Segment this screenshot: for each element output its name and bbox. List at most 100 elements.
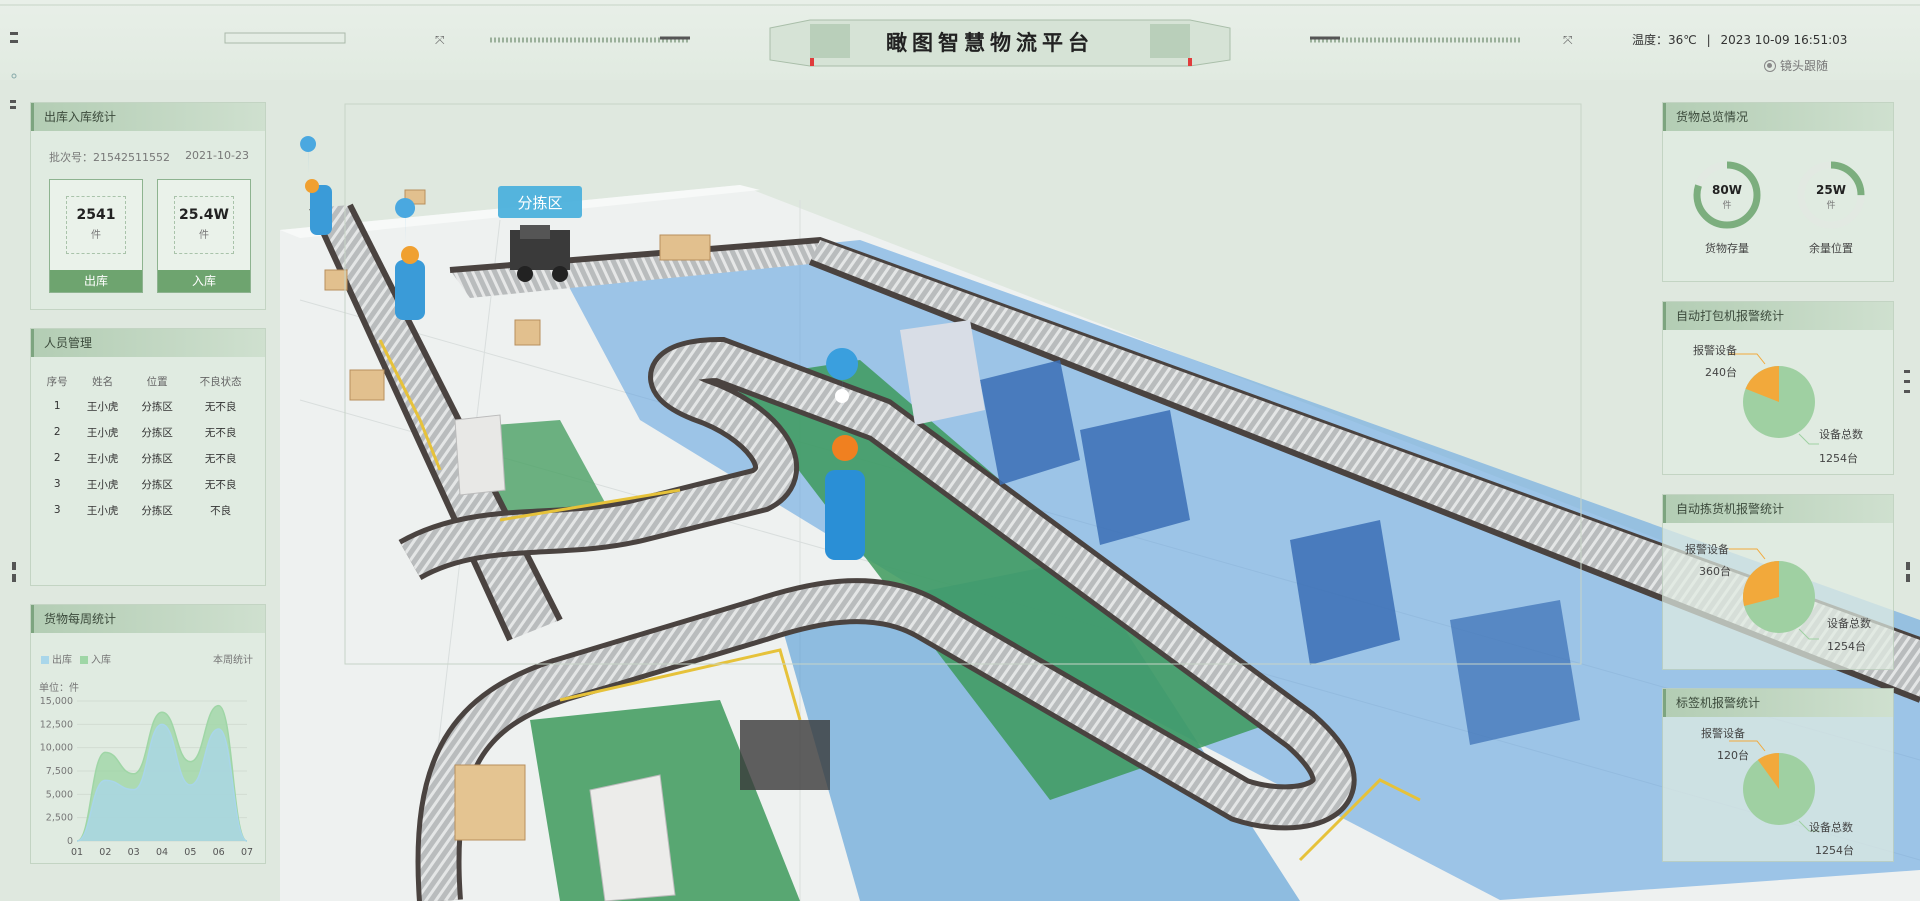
batch-info: 批次号：21542511552 2021-10-23	[49, 149, 249, 165]
cell-name: 王小虎	[86, 400, 119, 413]
table-row[interactable]: 3 王小虎 分拣区 无不良	[39, 471, 257, 497]
total-leader-line	[1798, 628, 1819, 640]
free-label: 余量位置	[1809, 242, 1853, 255]
outbound-value-frame: 2541 件	[66, 196, 126, 254]
inbound-value: 25.4W	[179, 207, 229, 223]
table-row[interactable]: 3 王小虎 分拣区 不良	[39, 497, 257, 523]
svg-text:⤧: ⤧	[1563, 33, 1573, 47]
zone-label-text: 分拣区	[517, 195, 562, 212]
panel-title: 货物每周统计	[31, 605, 265, 633]
x-tick-label: 02	[99, 847, 111, 858]
x-tick-label: 06	[213, 847, 225, 858]
chart-legend: 出库 入库	[41, 651, 111, 666]
cell-status: 不良	[210, 504, 232, 517]
alarm-label: 报警设备	[1685, 543, 1729, 556]
stock-unit: 件	[1722, 201, 1732, 211]
y-tick-label: 10,000	[40, 743, 73, 754]
col-index: 序号	[46, 375, 68, 388]
panel-title: 出库入库统计	[31, 103, 265, 131]
period-label: 本周统计	[213, 655, 253, 666]
y-tick-label: 0	[67, 836, 73, 847]
camera-icon	[1764, 59, 1776, 72]
cell-index: 1	[53, 400, 61, 412]
col-status: 不良状态	[199, 375, 242, 388]
table-row[interactable]: 2 王小虎 分拣区 无不良	[39, 419, 257, 445]
y-tick-label: 12,500	[40, 719, 73, 730]
warehouse-3d-scene[interactable]: 分拣区	[0, 0, 1920, 901]
header-status: 温度：36℃ | 2023 10-09 16:51:03	[1632, 31, 1847, 48]
series-area-out	[77, 724, 247, 841]
total-label: 设备总数	[1809, 821, 1853, 834]
cell-status: 无不良	[204, 400, 237, 413]
temperature: 温度：36℃	[1632, 33, 1697, 47]
alarm-label: 报警设备	[1693, 344, 1737, 357]
labeler-alarm-pie[interactable]	[1663, 717, 1895, 857]
legend-out-label: 出库	[52, 655, 72, 666]
x-tick-label: 05	[184, 847, 196, 858]
camera-follow-toggle[interactable]: 镜头跟随	[1764, 57, 1828, 74]
header-bar: ⤧ ⤧ 瞰图智慧物流平台 温度：36℃ | 2023 10-09 16:51:0…	[0, 0, 1920, 80]
table-row[interactable]: 1 王小虎 分拣区 无不良	[39, 393, 257, 419]
alarm-value: 240台	[1705, 366, 1737, 379]
panel-staff: 人员管理 序号 姓名 位置 不良状态 1 王小虎 分拣区 无不良 2 王小虎 分…	[30, 328, 266, 586]
platform-title: 瞰图智慧物流平台	[886, 31, 1094, 55]
panel-title: 自动打包机报警统计	[1663, 302, 1893, 330]
panel-title: 标签机报警统计	[1663, 689, 1893, 717]
inbound-stat: 25.4W 件 入库	[157, 179, 251, 293]
cell-name: 王小虎	[86, 452, 119, 465]
col-location: 位置	[146, 375, 168, 388]
x-tick-label: 04	[156, 847, 168, 858]
inbound-value-frame: 25.4W 件	[174, 196, 234, 254]
free-unit: 件	[1826, 201, 1836, 211]
staff-table: 序号 姓名 位置 不良状态 1 王小虎 分拣区 无不良 2 王小虎 分拣区 无不…	[39, 369, 257, 523]
stock-label: 货物存量	[1705, 242, 1749, 255]
alarm-leader-line	[1729, 548, 1766, 560]
table-row[interactable]: 2 王小虎 分拣区 无不良	[39, 445, 257, 471]
panel-title: 自动拣货机报警统计	[1663, 495, 1893, 523]
panel-weekly-stats: 货物每周统计 出库 入库 本周统计 单位：件 0 2,500 5,000 7,500 1…	[30, 604, 266, 864]
inbound-button[interactable]: 入库	[158, 270, 250, 292]
cell-location: 分拣区	[141, 478, 173, 491]
cell-index: 3	[53, 504, 61, 516]
cell-name: 王小虎	[86, 426, 119, 439]
cell-name: 王小虎	[86, 504, 119, 517]
separator: |	[1706, 33, 1711, 47]
total-label: 设备总数	[1819, 428, 1863, 441]
panel-inout-stats: 出库入库统计 批次号：21542511552 2021-10-23 2541 件…	[30, 102, 266, 310]
panel-title: 人员管理	[31, 329, 265, 357]
cell-status: 无不良	[204, 478, 237, 491]
alarm-value: 120台	[1717, 749, 1749, 762]
camera-follow-label: 镜头跟随	[1780, 59, 1829, 73]
legend-out[interactable]: 出库	[41, 651, 72, 666]
batch-number: 批次号：21542511552	[49, 151, 170, 164]
alarm-value: 360台	[1699, 565, 1731, 578]
panel-picker-alarms: 自动拣货机报警统计 报警设备 360台 设备总数 1254台	[1662, 494, 1894, 670]
cell-location: 分拣区	[141, 400, 173, 413]
outbound-stat: 2541 件 出库	[49, 179, 143, 293]
total-leader-line	[1798, 433, 1819, 445]
panel-packer-alarms: 自动打包机报警统计 报警设备 240台 设备总数 1254台	[1662, 301, 1894, 475]
panel-cargo-overview: 货物总览情况 80W 件 货物存量 25W 件 余量位置	[1662, 102, 1894, 282]
outbound-button[interactable]: 出库	[50, 270, 142, 292]
batch-date: 2021-10-23	[185, 149, 249, 162]
legend-in[interactable]: 入库	[80, 651, 111, 666]
x-tick-label: 03	[128, 847, 140, 858]
cell-index: 3	[53, 478, 61, 490]
cell-status: 无不良	[204, 452, 237, 465]
x-tick-label: 01	[71, 847, 83, 858]
cell-index: 2	[53, 426, 61, 438]
cell-index: 2	[53, 452, 61, 464]
y-tick-label: 15,000	[40, 696, 73, 707]
cell-name: 王小虎	[86, 478, 119, 491]
outbound-unit: 件	[91, 230, 101, 241]
inbound-unit: 件	[199, 230, 209, 241]
total-value: 1254台	[1815, 844, 1854, 857]
cell-status: 无不良	[204, 426, 237, 439]
total-value: 1254台	[1819, 452, 1858, 465]
weekly-area-chart[interactable]: 0 2,500 5,000 7,500 10,000 12,500 15,000 01 02 03…	[31, 693, 267, 863]
y-tick-label: 2,500	[46, 813, 73, 824]
x-tick-label: 07	[241, 847, 253, 858]
outbound-value: 2541	[76, 207, 116, 223]
cell-location: 分拣区	[141, 426, 173, 439]
free-value: 25W	[1816, 183, 1846, 197]
